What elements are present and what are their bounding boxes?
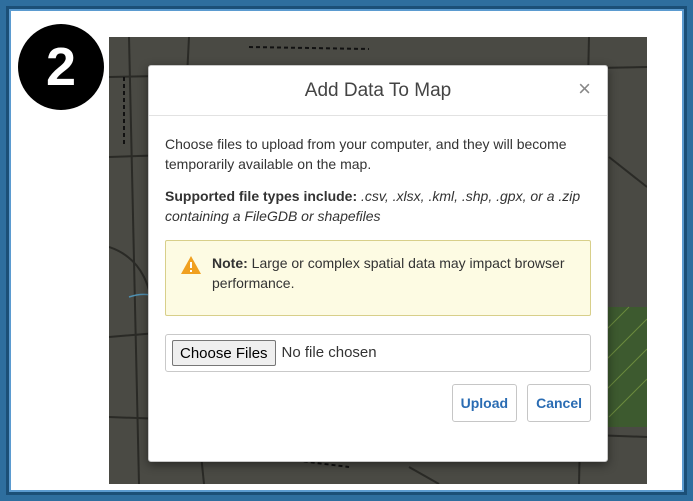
note-label: Note: — [212, 255, 248, 271]
dialog-header: Add Data To Map × — [149, 66, 607, 116]
supported-file-types: Supported file types include: .csv, .xls… — [165, 186, 591, 226]
note-text: Note: Large or complex spatial data may … — [212, 253, 576, 293]
performance-note: Note: Large or complex spatial data may … — [165, 240, 591, 316]
choose-files-button[interactable]: Choose Files — [172, 340, 276, 366]
close-icon[interactable]: × — [578, 78, 591, 100]
step-number-badge: 2 — [18, 24, 104, 110]
file-input[interactable]: Choose Files No file chosen — [165, 334, 591, 372]
dialog-intro: Choose files to upload from your compute… — [165, 136, 567, 172]
dialog-title: Add Data To Map — [304, 79, 452, 101]
add-data-dialog: Add Data To Map × Choose files to upload… — [148, 65, 608, 462]
upload-button[interactable]: Upload — [451, 384, 518, 422]
dialog-actions: Upload Cancel — [165, 384, 591, 422]
note-message: Large or complex spatial data may impact… — [212, 255, 565, 291]
supported-label: Supported file types include: — [165, 188, 358, 204]
cancel-button[interactable]: Cancel — [527, 384, 591, 422]
file-status: No file chosen — [281, 344, 377, 361]
warning-icon — [181, 256, 201, 274]
step-number: 2 — [45, 37, 77, 97]
dialog-body: Choose files to upload from your compute… — [149, 116, 607, 422]
